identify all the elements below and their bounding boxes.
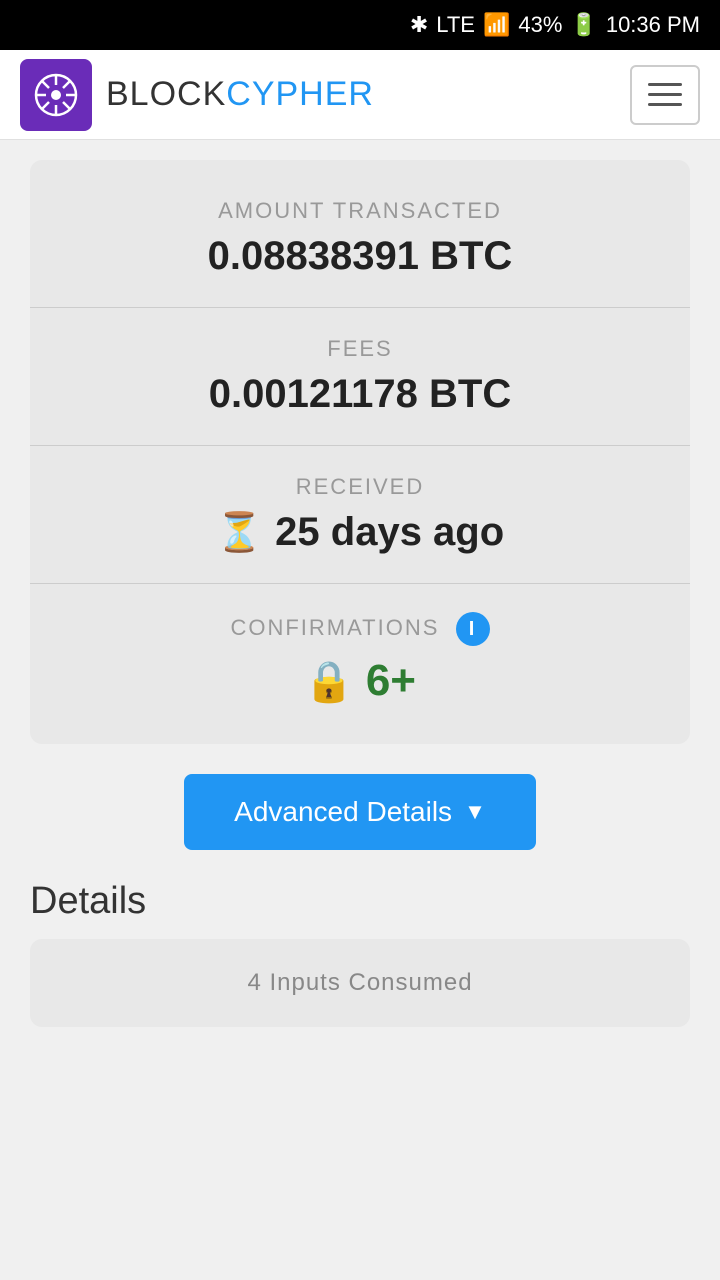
advanced-details-label: Advanced Details [234, 796, 452, 828]
logo-block: BLOCK [106, 75, 226, 113]
main-content: AMOUNT TRANSACTED 0.08838391 BTC FEES 0.… [0, 160, 720, 1057]
info-icon[interactable]: i [456, 612, 490, 646]
fees-label: FEES [70, 336, 650, 362]
transaction-card: AMOUNT TRANSACTED 0.08838391 BTC FEES 0.… [30, 160, 690, 744]
amount-label: AMOUNT TRANSACTED [70, 198, 650, 224]
logo-text: BLOCKCYPHER [106, 75, 374, 114]
inputs-consumed-label: 4 Inputs Consumed [70, 969, 650, 997]
signal-icon: 📶 [483, 12, 510, 38]
amount-row: AMOUNT TRANSACTED 0.08838391 BTC [30, 170, 690, 308]
received-value: ⏳ 25 days ago [70, 510, 650, 555]
battery-label: 43% [518, 12, 562, 38]
lte-label: LTE [436, 12, 475, 38]
details-title: Details [30, 880, 690, 923]
fees-row: FEES 0.00121178 BTC [30, 308, 690, 446]
details-card: 4 Inputs Consumed [30, 939, 690, 1027]
confirmations-label: CONFIRMATIONS i [70, 612, 650, 646]
hamburger-line-1 [648, 83, 682, 86]
advanced-details-button[interactable]: Advanced Details ▼ [184, 774, 536, 850]
fees-value: 0.00121178 BTC [70, 372, 650, 417]
amount-value: 0.08838391 BTC [70, 234, 650, 279]
time-label: 10:36 PM [606, 12, 700, 38]
menu-button[interactable] [630, 65, 700, 125]
bluetooth-icon: ✱ [410, 12, 428, 38]
details-section: Details 4 Inputs Consumed [30, 880, 690, 1027]
logo-area: BLOCKCYPHER [20, 59, 374, 131]
confirmations-number: 6+ [366, 656, 416, 706]
confirmations-value: 🔒 6+ [70, 656, 650, 706]
status-icons: ✱ LTE 📶 43% 🔋 10:36 PM [410, 12, 700, 38]
hamburger-line-3 [648, 103, 682, 106]
header: BLOCKCYPHER [0, 50, 720, 140]
logo-cypher: CYPHER [226, 75, 374, 113]
received-time: 25 days ago [275, 510, 504, 555]
logo-icon [20, 59, 92, 131]
confirmations-row: CONFIRMATIONS i 🔒 6+ [30, 584, 690, 734]
hamburger-line-2 [648, 93, 682, 96]
received-row: RECEIVED ⏳ 25 days ago [30, 446, 690, 584]
battery-icon: 🔋 [570, 12, 597, 38]
lock-icon: 🔒 [304, 658, 354, 705]
clock-icon: ⏳ [216, 511, 263, 555]
caret-down-icon: ▼ [464, 799, 486, 825]
status-bar: ✱ LTE 📶 43% 🔋 10:36 PM [0, 0, 720, 50]
advanced-btn-container: Advanced Details ▼ [30, 774, 690, 850]
received-label: RECEIVED [70, 474, 650, 500]
